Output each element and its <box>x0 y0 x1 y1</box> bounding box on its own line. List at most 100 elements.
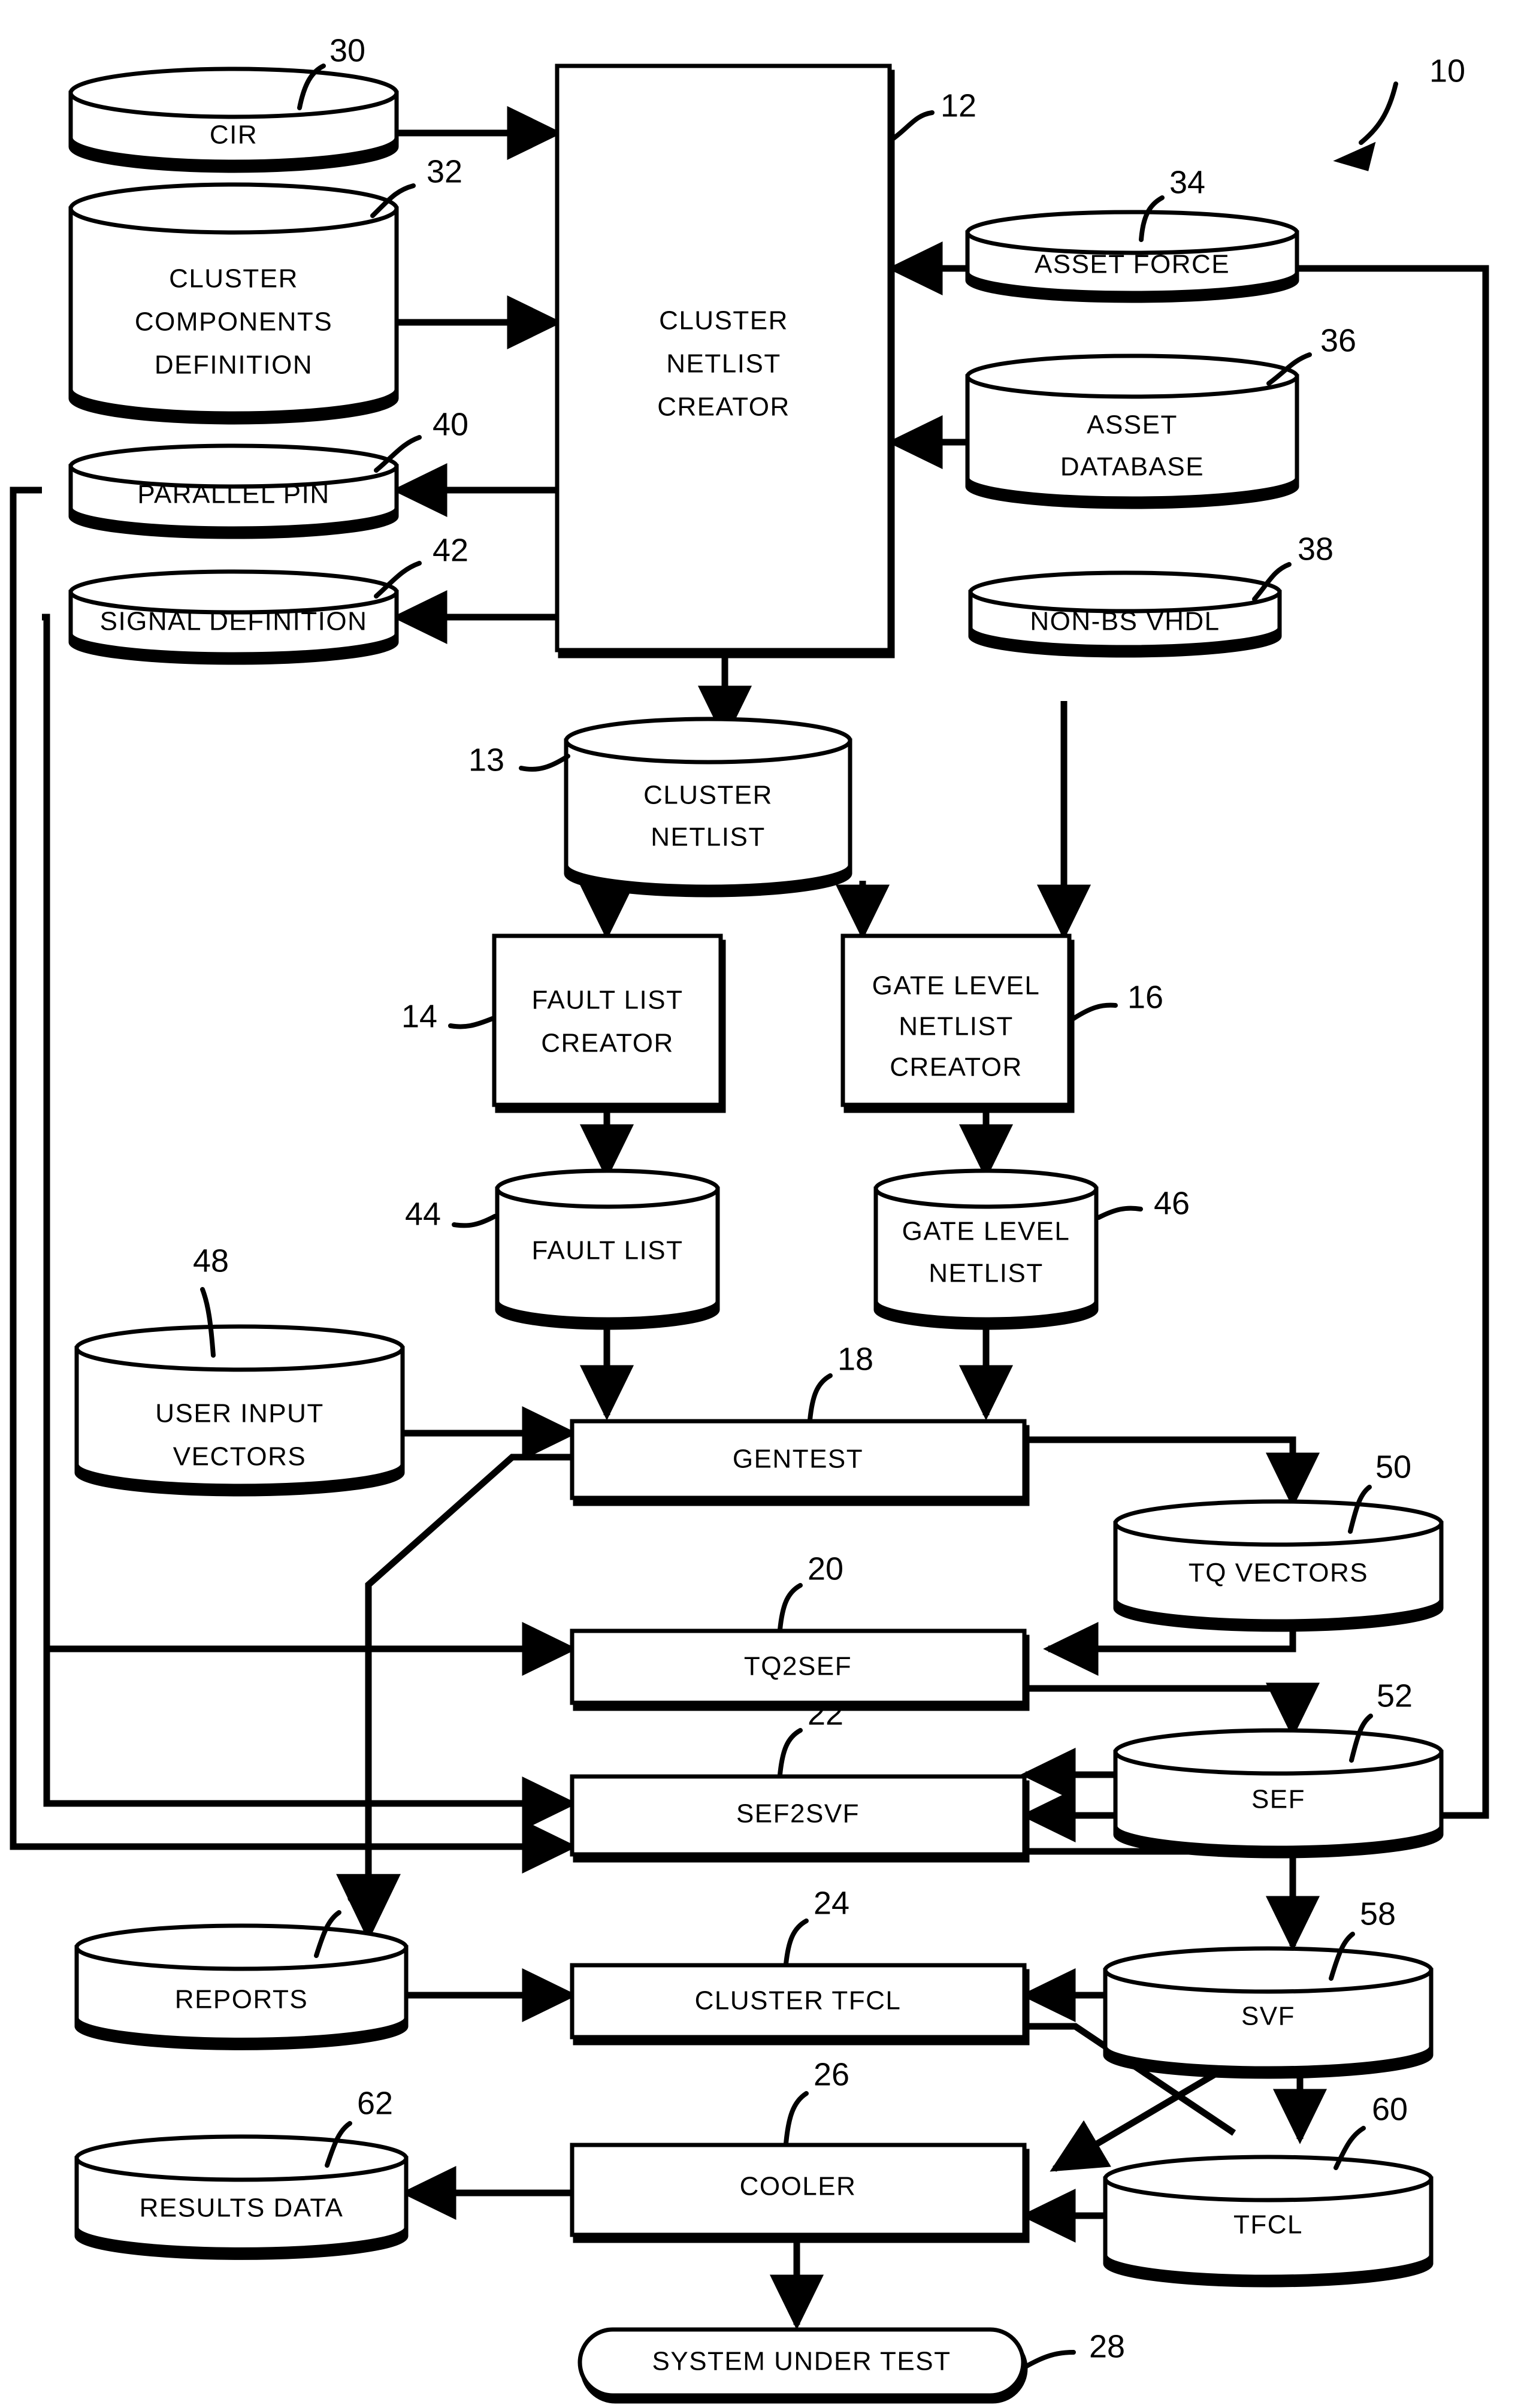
ref-number: 16 <box>1127 979 1163 1015</box>
node-label-line1: USER INPUT <box>155 1399 323 1428</box>
ref-number: 52 <box>1377 1678 1413 1714</box>
ref-number: 20 <box>808 1551 843 1587</box>
node-label: CIR <box>210 120 258 150</box>
system-ref-arrowhead <box>1333 141 1376 171</box>
node-cluster-components-definition[interactable]: CLUSTER COMPONENTS DEFINITION 32 <box>68 153 462 425</box>
node-label-line2: CREATOR <box>541 1029 674 1058</box>
edge-sef2svf-to-svf <box>1026 1848 1320 1951</box>
ref-number: 60 <box>1372 2091 1408 2127</box>
node-label-line1: ASSET <box>1087 410 1178 440</box>
node-label-line3: CREATOR <box>657 392 790 422</box>
node-tq2sef[interactable]: TQ2SEF 20 <box>570 1551 1030 1711</box>
node-label-line2: VECTORS <box>173 1442 306 1472</box>
node-tfcl[interactable]: TFCL 60 <box>1103 2091 1434 2288</box>
node-label-line1: GATE LEVEL <box>872 971 1041 1001</box>
system-reference-callout: 10 <box>1333 53 1465 171</box>
ref-number: 36 <box>1320 322 1356 358</box>
node-label: SVF <box>1241 2002 1295 2031</box>
node-results-data[interactable]: RESULTS DATA 62 <box>74 2085 409 2260</box>
node-system-under-test[interactable]: SYSTEM UNDER TEST 28 <box>577 2327 1125 2404</box>
node-label-line2: NETLIST <box>899 1012 1013 1041</box>
ref-number: 18 <box>837 1341 873 1377</box>
node-label: PARALLEL PIN <box>137 480 329 509</box>
ref-number: 56 <box>346 1874 382 1910</box>
node-sef2svf[interactable]: SEF2SVF 22 <box>570 1696 1030 1863</box>
node-gentest[interactable]: GENTEST 18 <box>570 1341 1030 1506</box>
node-sef[interactable]: SEF 52 <box>1113 1678 1444 1859</box>
node-label: SYSTEM UNDER TEST <box>652 2347 951 2376</box>
node-label: TQ2SEF <box>744 1652 852 1681</box>
ref-number: 58 <box>1360 1896 1396 1932</box>
ref-number: 26 <box>814 2056 849 2092</box>
ref-number: 50 <box>1375 1449 1411 1485</box>
patent-figure-canvas: CIR 30 CLUSTER COMPONENTS DEFINITION 32 … <box>0 0 1521 2408</box>
node-cluster-netlist[interactable]: CLUSTER NETLIST 13 <box>468 717 852 898</box>
ref-number: 28 <box>1089 2328 1125 2364</box>
node-cir[interactable]: CIR 30 <box>68 32 399 173</box>
node-asset-database[interactable]: ASSET DATABASE 36 <box>965 322 1356 509</box>
system-ref-number: 10 <box>1429 53 1465 89</box>
node-non-bs-vhdl[interactable]: NON-BS VHDL 38 <box>968 531 1333 658</box>
node-reports[interactable]: REPORTS 56 <box>74 1874 409 2050</box>
node-label-line2: NETLIST <box>929 1259 1043 1288</box>
ref-number: 38 <box>1298 531 1333 567</box>
node-fault-list-creator[interactable]: FAULT LIST CREATOR 14 <box>401 933 726 1113</box>
node-label: CLUSTER TFCL <box>695 1986 902 2016</box>
node-label-line2: COMPONENTS <box>135 307 332 337</box>
ref-number: 12 <box>941 87 976 123</box>
node-gate-level-netlist[interactable]: GATE LEVEL NETLIST 46 <box>873 1168 1190 1330</box>
edge-svf-diagonal-to-cooler <box>1050 2067 1224 2172</box>
node-label: TQ VECTORS <box>1189 1558 1368 1588</box>
node-signal-definition[interactable]: SIGNAL DEFINITION 42 <box>68 532 468 665</box>
ref-number: 14 <box>401 998 437 1034</box>
node-label: TFCL <box>1233 2210 1303 2240</box>
ref-number: 40 <box>433 406 468 442</box>
node-user-input-vectors[interactable]: USER INPUT VECTORS 48 <box>74 1243 405 1497</box>
node-label: COOLER <box>740 2172 857 2201</box>
ref-number: 42 <box>433 532 468 568</box>
ref-number: 30 <box>329 32 365 68</box>
node-cooler[interactable]: COOLER 26 <box>570 2056 1030 2243</box>
node-label-line2: NETLIST <box>666 349 781 379</box>
edge-gentest-to-reports <box>336 1454 574 1941</box>
ref-number: 48 <box>193 1243 229 1279</box>
node-cluster-tfcl[interactable]: CLUSTER TFCL 24 <box>570 1885 1030 2046</box>
node-svf[interactable]: SVF 58 <box>1103 1896 1434 2079</box>
node-label: NON-BS VHDL <box>1030 607 1220 636</box>
ref-number: 22 <box>808 1696 843 1732</box>
ref-number: 62 <box>357 2085 393 2121</box>
node-label-line3: DEFINITION <box>155 351 313 380</box>
ref-number: 34 <box>1169 164 1205 200</box>
node-label-line1: FAULT LIST <box>531 986 683 1015</box>
diagram-svg: CIR 30 CLUSTER COMPONENTS DEFINITION 32 … <box>10 32 1489 2404</box>
node-label-line1: CLUSTER <box>643 781 773 810</box>
ref-number: 46 <box>1154 1185 1190 1221</box>
node-label: SIGNAL DEFINITION <box>100 607 368 636</box>
node-parallel-pin[interactable]: PARALLEL PIN 40 <box>68 406 468 539</box>
node-label: ASSET FORCE <box>1035 250 1230 279</box>
node-label: RESULTS DATA <box>140 2194 344 2223</box>
node-label: REPORTS <box>175 1985 308 2014</box>
ref-number: 32 <box>427 153 462 189</box>
node-label-line1: GATE LEVEL <box>902 1217 1071 1246</box>
node-fault-list[interactable]: FAULT LIST 44 <box>405 1168 720 1330</box>
node-label-line3: CREATOR <box>890 1053 1023 1082</box>
node-asset-force[interactable]: ASSET FORCE 34 <box>965 164 1299 303</box>
node-label: SEF <box>1251 1785 1305 1814</box>
edge-tq2sef-to-sef <box>1026 1682 1320 1738</box>
ref-number: 44 <box>405 1196 441 1232</box>
node-tq-vectors[interactable]: TQ VECTORS 50 <box>1113 1449 1444 1632</box>
node-label: GENTEST <box>733 1445 863 1474</box>
ref-number: 24 <box>814 1885 849 1921</box>
node-gate-level-netlist-creator[interactable]: GATE LEVEL NETLIST CREATOR 16 <box>840 933 1163 1113</box>
node-cluster-netlist-creator[interactable]: CLUSTER NETLIST CREATOR 12 <box>555 64 976 658</box>
node-label-line2: NETLIST <box>651 823 765 852</box>
node-label: FAULT LIST <box>531 1236 683 1265</box>
ref-number: 13 <box>468 742 504 778</box>
node-label-line2: DATABASE <box>1060 452 1204 482</box>
node-label: SEF2SVF <box>736 1799 860 1829</box>
edge-signaldef-rail-to-sef2svf <box>43 1649 577 1831</box>
node-label-line1: CLUSTER <box>169 264 298 294</box>
edge-gentest-to-tqvectors <box>1026 1436 1320 1508</box>
edge-parallelpin-rail-to-sef2svf <box>10 487 577 1874</box>
